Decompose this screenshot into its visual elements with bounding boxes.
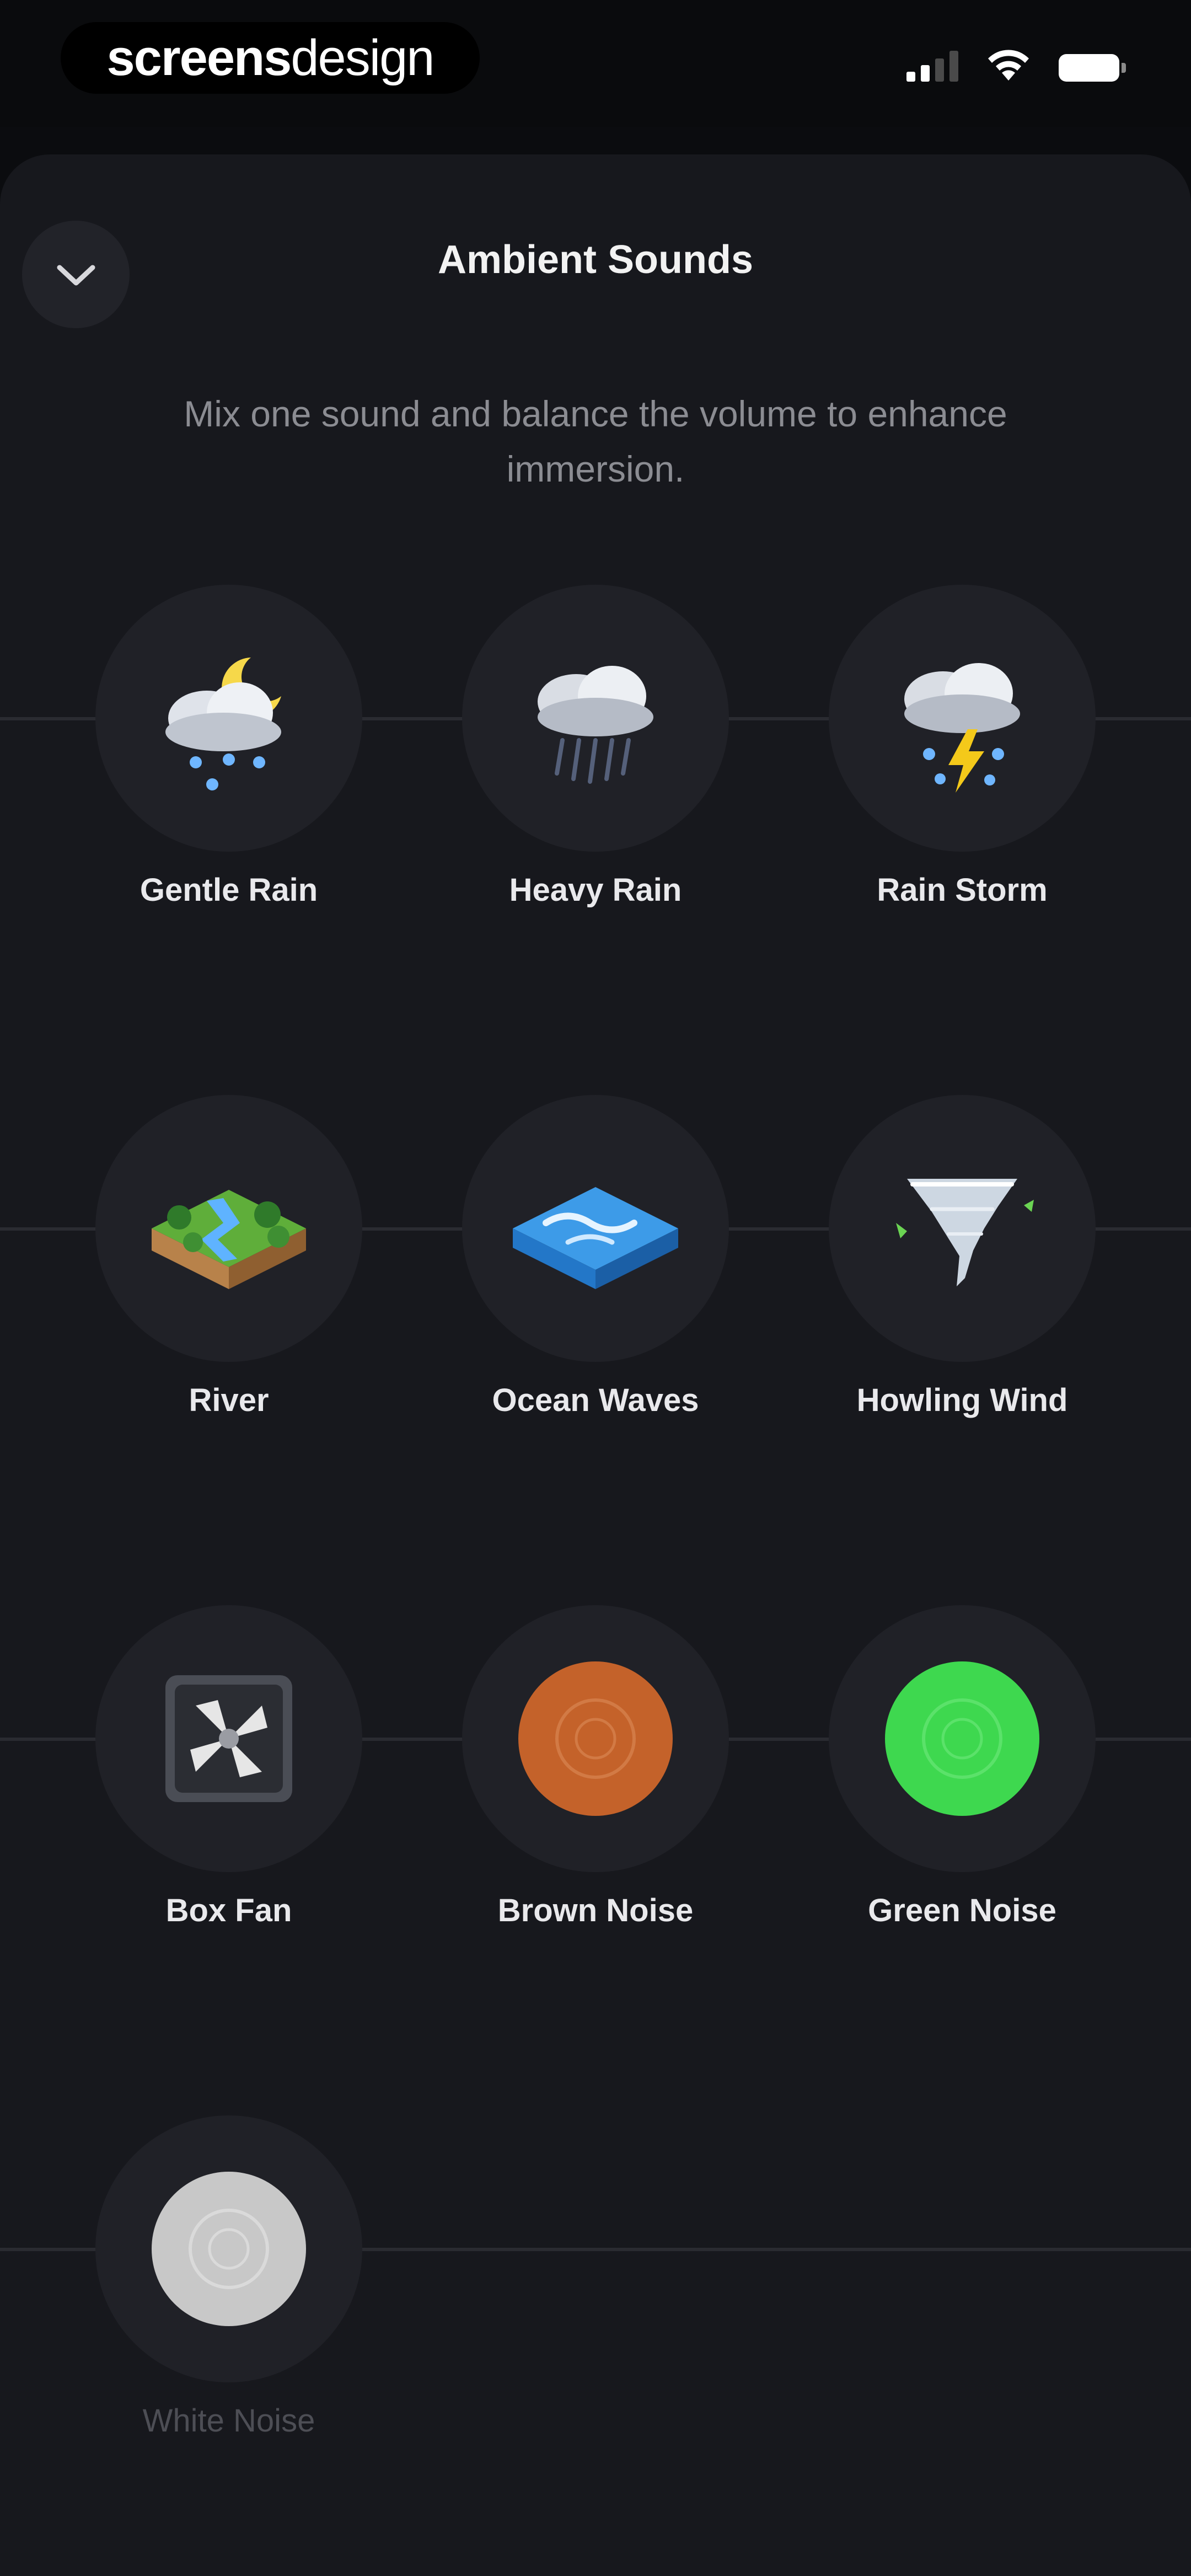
sound-label: Green Noise xyxy=(868,1893,1056,1928)
ocean-tile-icon xyxy=(513,1187,678,1289)
sound-label: Box Fan xyxy=(165,1893,292,1928)
river-island-icon xyxy=(152,1190,306,1289)
sound-circle[interactable] xyxy=(95,585,362,852)
cloud-lightning-icon xyxy=(904,663,1020,793)
sound-box-fan[interactable]: Box Fan xyxy=(91,1605,367,1991)
sound-circle[interactable] xyxy=(95,1095,362,1362)
sound-circle[interactable] xyxy=(462,585,729,852)
status-icons xyxy=(906,49,1126,82)
green-disc-icon xyxy=(885,1661,1039,1816)
tornado-icon xyxy=(896,1179,1034,1286)
sound-label: Gentle Rain xyxy=(140,872,318,908)
sound-gentle-rain[interactable]: Gentle Rain xyxy=(91,585,367,971)
sound-green-noise[interactable]: Green Noise xyxy=(824,1605,1100,1991)
page-title: Ambient Sounds xyxy=(438,238,753,282)
subtitle-text: Mix one sound and balance the volume to … xyxy=(184,393,1007,489)
sound-circle[interactable] xyxy=(462,1605,729,1872)
brand-logo: screens design xyxy=(61,22,480,94)
sound-label: Ocean Waves xyxy=(492,1382,699,1418)
sound-circle[interactable] xyxy=(95,2115,362,2382)
box-fan-icon xyxy=(165,1675,292,1802)
brand-logo-bold: screens xyxy=(106,29,292,86)
sound-circle[interactable] xyxy=(829,1605,1096,1872)
sound-rain-storm[interactable]: Rain Storm xyxy=(824,585,1100,971)
sound-heavy-rain[interactable]: Heavy Rain xyxy=(458,585,733,971)
brown-disc-icon xyxy=(518,1661,673,1816)
sound-label: White Noise xyxy=(142,2403,315,2439)
sound-label: Brown Noise xyxy=(497,1893,694,1928)
cloud-heavy-rain-icon xyxy=(538,666,653,784)
battery-icon xyxy=(1059,54,1126,82)
sound-river[interactable]: River xyxy=(91,1095,367,1481)
sound-label: Heavy Rain xyxy=(509,872,682,908)
sound-circle[interactable] xyxy=(95,1605,362,1872)
sound-circle[interactable] xyxy=(462,1095,729,1362)
white-disc-icon xyxy=(152,2172,306,2326)
status-bar: screens design xyxy=(0,0,1191,127)
sound-label: Howling Wind xyxy=(856,1382,1068,1418)
brand-logo-light: design xyxy=(291,29,434,86)
sound-ocean-waves[interactable]: Ocean Waves xyxy=(458,1095,733,1481)
sound-circle[interactable] xyxy=(829,585,1096,852)
cloud-moon-rain-icon xyxy=(165,658,281,790)
sound-circle[interactable] xyxy=(829,1095,1096,1362)
sound-label: Rain Storm xyxy=(877,872,1048,908)
sound-howling-wind[interactable]: Howling Wind xyxy=(824,1095,1100,1481)
sound-label: River xyxy=(189,1382,269,1418)
wifi-icon xyxy=(988,50,1029,81)
cellular-signal-icon xyxy=(906,49,958,82)
sound-white-noise[interactable]: White Noise xyxy=(91,2115,367,2502)
sound-brown-noise[interactable]: Brown Noise xyxy=(458,1605,733,1991)
